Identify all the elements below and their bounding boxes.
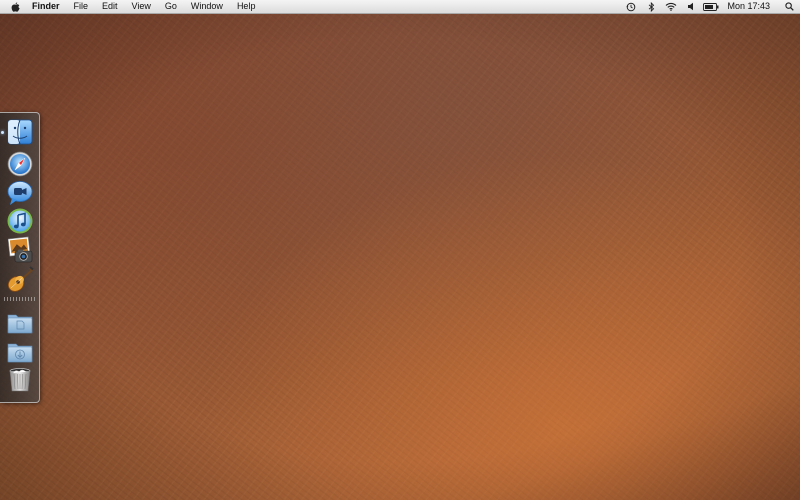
battery-icon[interactable] xyxy=(701,0,721,13)
spotlight-search-icon[interactable] xyxy=(778,0,800,13)
apple-logo-icon xyxy=(11,1,20,12)
menu-view[interactable]: View xyxy=(125,0,158,13)
apple-menu[interactable] xyxy=(0,1,30,13)
menu-finder[interactable]: Finder xyxy=(30,0,67,13)
menu-edit[interactable]: Edit xyxy=(95,0,125,13)
documents-folder-icon xyxy=(7,314,33,334)
dock-item-iphoto[interactable] xyxy=(6,236,34,264)
dock-item-safari[interactable] xyxy=(6,150,34,178)
menu-help[interactable]: Help xyxy=(230,0,263,13)
menu-go[interactable]: Go xyxy=(158,0,184,13)
wifi-icon[interactable] xyxy=(661,0,681,13)
garageband-guitar-icon xyxy=(7,266,34,292)
finder-running-indicator xyxy=(1,131,4,134)
menu-bar: Finder File Edit View Go Window Help Mon… xyxy=(0,0,800,14)
time-machine-icon[interactable] xyxy=(621,0,641,13)
dock-separator[interactable] xyxy=(4,297,36,301)
menu-file[interactable]: File xyxy=(67,0,96,13)
dock-item-trash[interactable] xyxy=(6,366,34,394)
menu-clock[interactable]: Mon 17:43 xyxy=(721,0,778,13)
volume-icon[interactable] xyxy=(681,0,701,13)
dock-item-finder[interactable] xyxy=(6,118,34,146)
itunes-note-icon xyxy=(7,208,33,234)
dock xyxy=(0,112,40,403)
menu-window[interactable]: Window xyxy=(184,0,230,13)
dock-item-garageband[interactable] xyxy=(6,265,34,293)
dock-item-downloads[interactable] xyxy=(6,337,34,365)
iphoto-camera-icon xyxy=(7,236,33,263)
menu-extras: Mon 17:43 xyxy=(621,0,800,13)
safari-compass-icon xyxy=(7,151,33,177)
dock-item-itunes[interactable] xyxy=(6,207,34,235)
downloads-folder-icon xyxy=(7,343,33,363)
desktop[interactable]: Finder File Edit View Go Window Help Mon… xyxy=(0,0,800,500)
dock-item-documents[interactable] xyxy=(6,308,34,336)
dock-item-ichat[interactable] xyxy=(6,179,34,207)
finder-icon xyxy=(7,119,33,145)
trash-icon xyxy=(9,368,31,392)
ichat-video-bubble-icon xyxy=(7,181,33,205)
bluetooth-icon[interactable] xyxy=(641,0,661,13)
